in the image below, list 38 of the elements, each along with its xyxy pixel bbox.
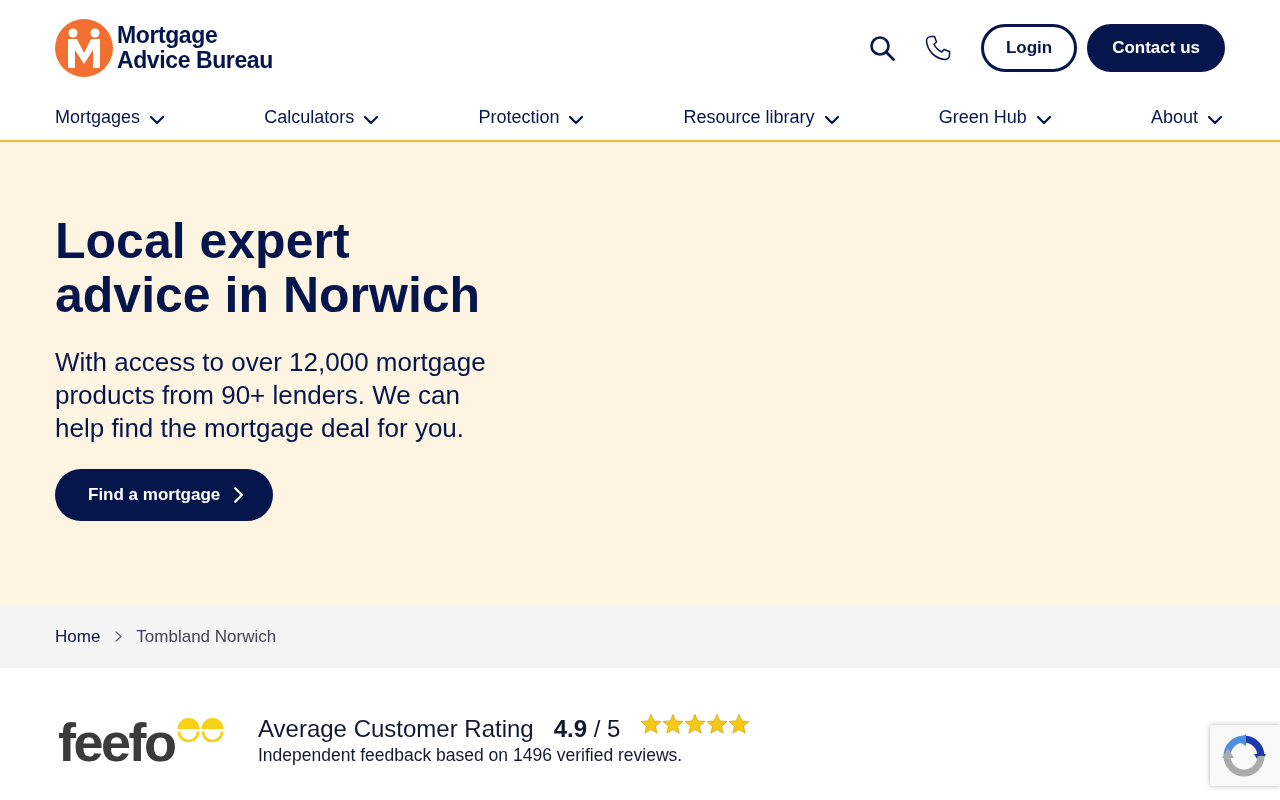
- nav-menu-item[interactable]: Green Hub: [938, 104, 1054, 131]
- search-icon: [868, 34, 895, 61]
- nav-menu-item[interactable]: Calculators: [264, 104, 382, 131]
- star-filled-icon: [728, 713, 751, 735]
- circular-arrows-icon: [1222, 733, 1266, 778]
- hero-title: Local expert advice in Norwich: [55, 214, 482, 322]
- star-filled-icon: [662, 713, 685, 735]
- logo-text[interactable]: Mortgage Advice Bureau: [117, 22, 273, 73]
- login-button[interactable]: Login: [980, 23, 1078, 72]
- contact-button[interactable]: Contact us: [1087, 23, 1225, 72]
- star-filled-icon: [706, 713, 729, 735]
- rating-note: Independent feedback based on 1496 verified reviews.: [258, 744, 684, 766]
- chevron-down-icon: [1208, 116, 1222, 124]
- star-filled-icon: [640, 713, 663, 735]
- chevron-down-icon: [569, 116, 584, 124]
- chevron-down-icon: [150, 116, 165, 124]
- rating-heading: Average Customer Rating: [258, 714, 534, 744]
- find-mortgage-button[interactable]: Find a mortgage: [55, 469, 274, 521]
- logo-icon[interactable]: [55, 18, 113, 77]
- chevron-down-icon: [364, 116, 379, 124]
- feefo-logo-text: feefo: [58, 718, 175, 766]
- feefo-eyes-icon: [176, 718, 224, 742]
- breadcrumb-current: Tombland Norwich: [136, 625, 277, 648]
- nav-menu-item[interactable]: About: [1150, 104, 1225, 131]
- phone-icon: [924, 34, 951, 61]
- search-button[interactable]: [868, 34, 895, 61]
- rating-score: 4.9 / 5: [553, 714, 621, 744]
- hero-text: With access to over 12,000 mortgage products from 90+ lenders. We can help find the mortgage deal for you.: [55, 346, 487, 445]
- chevron-down-icon: [1036, 116, 1051, 124]
- star-filled-icon: [684, 713, 707, 735]
- nav-menu-item[interactable]: Mortgages: [55, 104, 168, 131]
- nav-menu-item[interactable]: Resource library: [683, 104, 842, 131]
- breadcrumb-link[interactable]: Home: [55, 623, 101, 650]
- chevron-right-icon: [234, 487, 244, 503]
- nav-menu-item[interactable]: Protection: [478, 104, 587, 131]
- chevron-right-icon: [115, 631, 123, 642]
- phone-button[interactable]: [924, 34, 951, 61]
- chevron-down-icon: [824, 116, 839, 124]
